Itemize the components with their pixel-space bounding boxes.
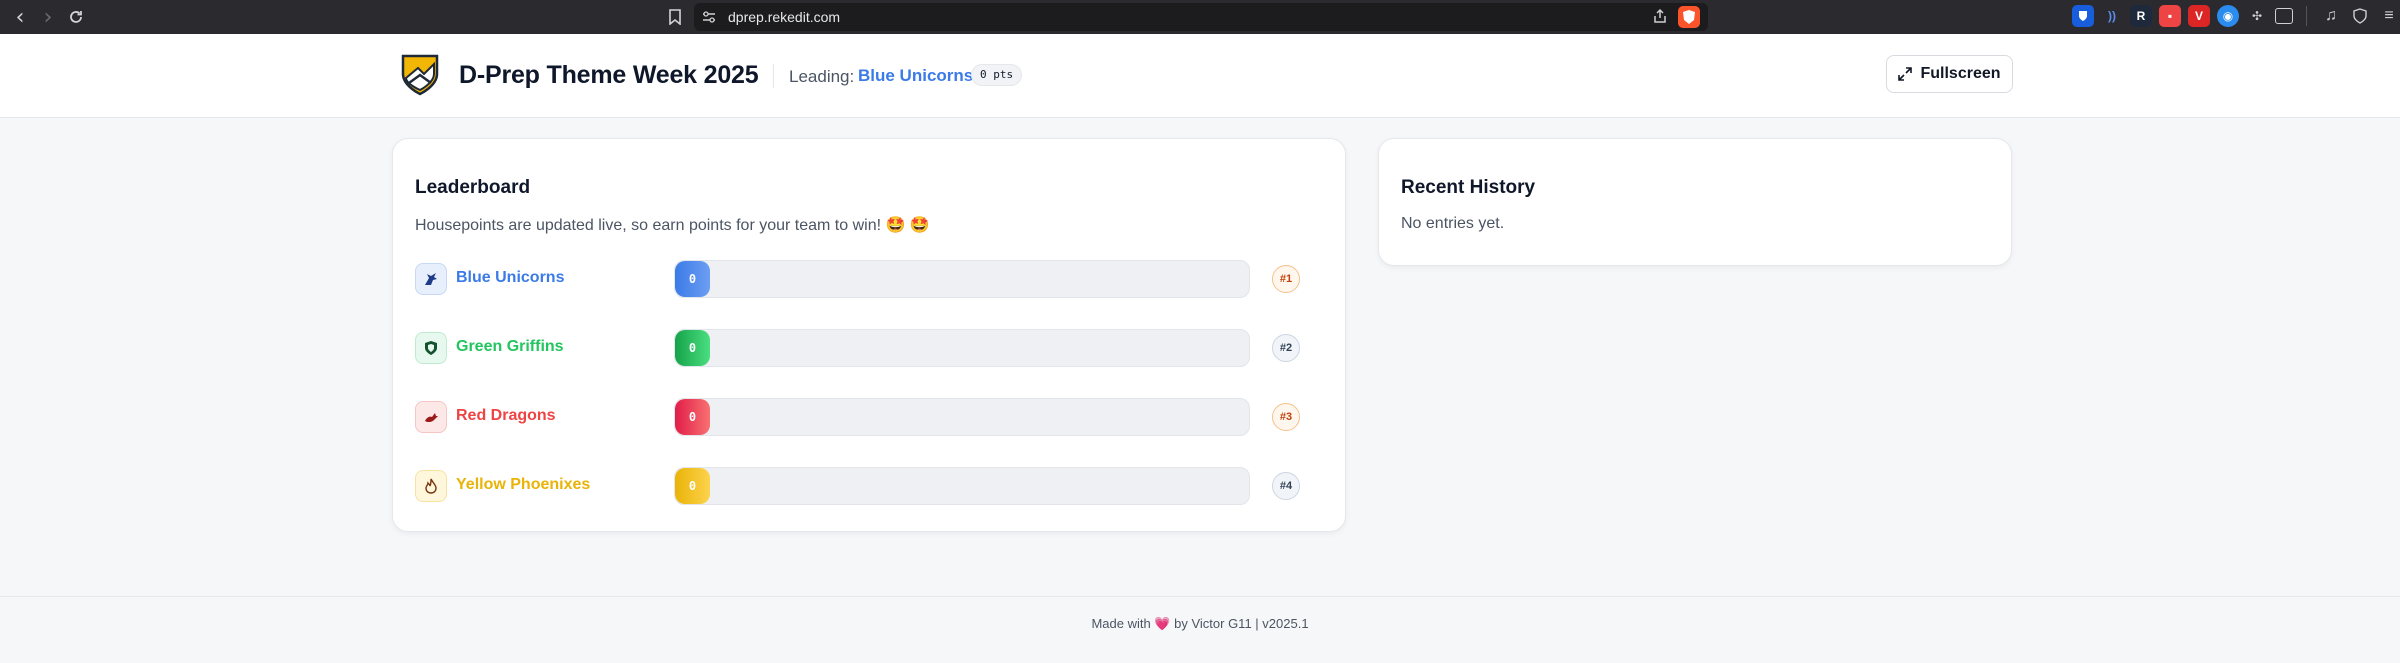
points-value: 0 <box>688 341 697 355</box>
points-value: 0 <box>688 272 697 286</box>
tab-icon[interactable] <box>2275 8 2293 24</box>
points-value: 0 <box>688 410 697 424</box>
rank-badge: #1 <box>1272 265 1300 293</box>
points-bar: 0 <box>674 467 1250 505</box>
bookmark-icon <box>669 9 681 25</box>
red-extension-icon[interactable]: ▪ <box>2159 5 2181 27</box>
team-name: Blue Unicorns <box>456 269 565 286</box>
points-bar: 0 <box>674 329 1250 367</box>
dragon-icon <box>415 401 447 433</box>
flame-icon <box>415 470 447 502</box>
blue-extension-icon[interactable]: ◉ <box>2217 5 2239 27</box>
history-empty-message: No entries yet. <box>1401 215 1505 232</box>
reload-button[interactable] <box>62 3 90 31</box>
shield-check-icon[interactable] <box>2349 5 2371 27</box>
recent-history-card: Recent History No entries yet. <box>1378 138 2012 266</box>
leaderboard-title: Leaderboard <box>415 177 531 198</box>
heart-icon: 💗 <box>1154 616 1171 631</box>
points-fill: 0 <box>675 330 710 366</box>
team-name: Yellow Phoenixes <box>456 476 591 493</box>
footer-text: Made with 💗 by Victor G11 | v2025.1 <box>0 616 2400 632</box>
rank-badge: #2 <box>1272 334 1300 362</box>
team-name: Green Griffins <box>456 338 564 355</box>
team-name: Red Dragons <box>456 407 556 424</box>
extensions-bar: )) R ▪ V ◉ ✣ ♫ ≡ <box>2072 5 2400 27</box>
fullscreen-button[interactable]: Fullscreen <box>1886 55 2013 93</box>
back-button[interactable]: ‹ <box>6 3 34 31</box>
header-divider <box>773 64 774 88</box>
points-bar: 0 <box>674 398 1250 436</box>
points-value: 0 <box>688 479 697 493</box>
shield-icon <box>415 332 447 364</box>
app-header: D-Prep Theme Week 2025 Leading: Blue Uni… <box>0 34 2400 118</box>
expand-icon <box>1898 67 1913 81</box>
recent-history-title: Recent History <box>1401 177 1536 198</box>
page-title: D-Prep Theme Week 2025 <box>459 61 759 89</box>
footer-made-with: Made with <box>1091 616 1151 631</box>
audio-extension-icon[interactable]: )) <box>2101 5 2123 27</box>
share-icon[interactable] <box>1652 8 1668 29</box>
team-row-red-dragons: Red Dragons 0 #3 <box>415 397 1325 437</box>
address-bar[interactable]: dprep.rekedit.com <box>694 3 1708 31</box>
readwise-icon[interactable]: R <box>2130 5 2152 27</box>
toolbar-divider <box>2306 6 2307 26</box>
rank-badge: #3 <box>1272 403 1300 431</box>
vivaldi-extension-icon[interactable]: V <box>2188 5 2210 27</box>
leaderboard-card: Leaderboard Housepoints are updated live… <box>392 138 1346 532</box>
points-fill: 0 <box>675 261 710 297</box>
footer: Made with 💗 by Victor G11 | v2025.1 <box>0 596 2400 663</box>
team-row-yellow-phoenixes: Yellow Phoenixes 0 #4 <box>415 466 1325 506</box>
points-bar: 0 <box>674 260 1250 298</box>
music-icon[interactable]: ♫ <box>2320 5 2342 27</box>
brave-shields-icon[interactable] <box>1678 6 1700 28</box>
bookmark-button[interactable] <box>662 4 688 30</box>
unicorn-icon <box>415 263 447 295</box>
fullscreen-label: Fullscreen <box>1920 65 2001 82</box>
menu-icon[interactable]: ≡ <box>2378 5 2400 27</box>
leading-label: Leading: <box>789 67 855 86</box>
rank-badge: #4 <box>1272 472 1300 500</box>
forward-button[interactable]: › <box>34 3 62 31</box>
leading-team: Blue Unicorns <box>858 66 974 85</box>
url-text: dprep.rekedit.com <box>728 9 841 25</box>
team-row-blue-unicorns: Blue Unicorns 0 #1 <box>415 259 1325 299</box>
browser-toolbar: ‹ › dprep.rekedit.com )) R ▪ V ◉ ✣ ♫ ≡ <box>0 0 2400 34</box>
site-info-icon[interactable] <box>694 11 724 23</box>
school-crest-icon <box>401 54 439 96</box>
points-fill: 0 <box>675 468 710 504</box>
leaderboard-subtitle: Housepoints are updated live, so earn po… <box>415 217 930 234</box>
team-row-green-griffins: Green Griffins 0 #2 <box>415 328 1325 368</box>
reload-icon <box>70 11 82 23</box>
footer-credit: by Victor G11 | v2025.1 <box>1174 616 1309 631</box>
points-fill: 0 <box>675 399 710 435</box>
leading-points-badge: 0 pts <box>971 64 1023 86</box>
puzzle-icon[interactable]: ✣ <box>2246 5 2268 27</box>
bitwarden-icon[interactable] <box>2072 5 2094 27</box>
